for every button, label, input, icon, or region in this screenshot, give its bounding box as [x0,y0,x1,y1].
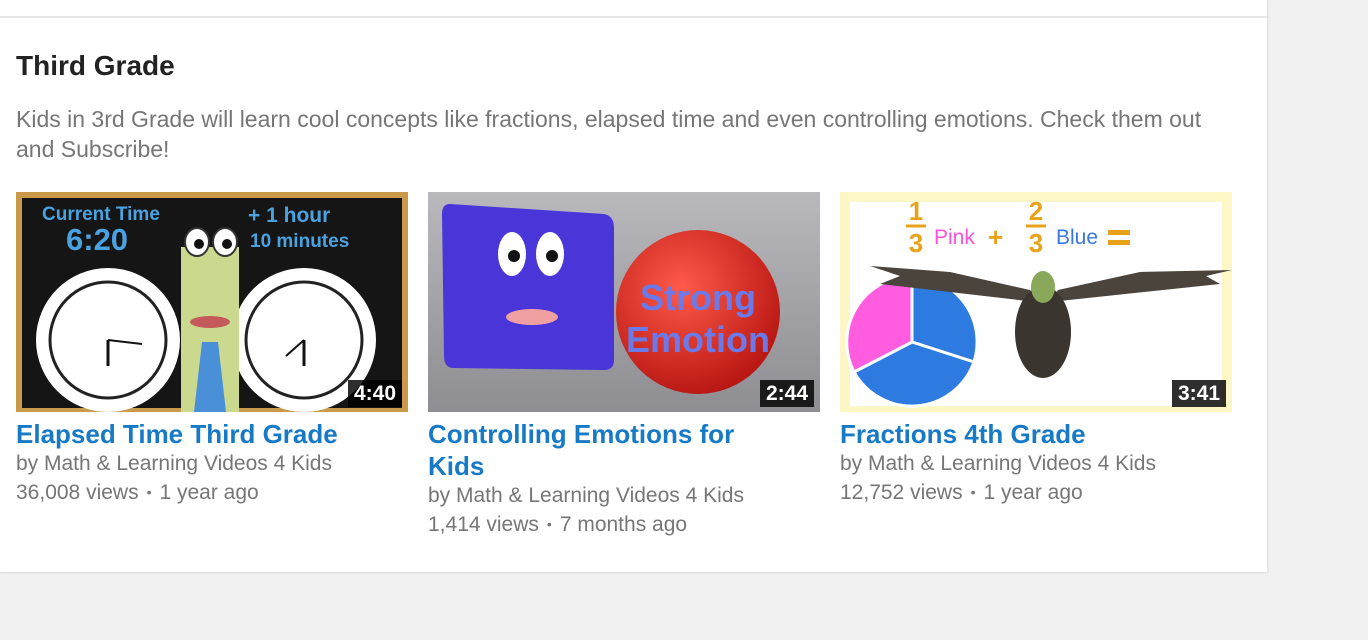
upload-age: 1 year ago [983,481,1083,504]
video-card: Current Time 6:20 + 1 hour 10 minutes 4:… [16,192,408,507]
video-title-link[interactable]: Elapsed Time Third Grade [16,418,356,450]
video-card: Strong Emotion 2:44 Controlling Emotions… [428,192,820,539]
separator-dot: • [146,484,152,500]
upload-age: 7 months ago [559,513,688,536]
video-meta: 36,008 views • 1 year ago [16,478,408,507]
duration-badge: 2:44 [759,380,814,407]
video-thumbnail[interactable]: Strong Emotion 2:44 [428,192,820,412]
section-panel: Third Grade Kids in 3rd Grade will learn… [0,0,1268,572]
thumb-den-1: 3 [909,228,923,258]
thumb-text-emotion: Emotion [626,319,770,360]
thumb-plus-hour: + 1 hour [248,204,330,227]
view-count: 1,414 views [428,513,539,536]
thumb-num-1: 1 [909,196,923,226]
video-meta: 1,414 views • 7 months ago [428,510,820,539]
channel-byline: by Math & Learning Videos 4 Kids [840,452,1156,475]
video-card: 1 3 Pink + 2 3 Blue 3:41 Fractions 4th G… [840,192,1232,507]
upload-age: 1 year ago [159,481,259,504]
duration-badge: 3:41 [1171,380,1226,407]
section-description: Kids in 3rd Grade will learn cool concep… [16,106,1202,162]
video-thumbnail[interactable]: 1 3 Pink + 2 3 Blue 3:41 [840,192,1232,412]
thumb-word-pink: Pink [934,226,975,249]
thumb-plus-minutes: 10 minutes [250,231,349,252]
divider [0,16,1267,18]
view-count: 12,752 views [840,481,963,504]
thumb-current-time: 6:20 [66,222,128,257]
thumb-text-strong: Strong [640,277,756,318]
thumbnail-image: Strong Emotion [428,192,820,412]
separator-dot: • [546,516,552,532]
thumb-word-blue: Blue [1056,226,1098,249]
duration-badge: 4:40 [347,380,402,407]
section-title: Third Grade [16,50,175,81]
channel-byline: by Math & Learning Videos 4 Kids [428,484,744,507]
view-count: 36,008 views [16,481,139,504]
svg-text:+: + [988,222,1003,252]
thumbnail-image: 1 3 Pink + 2 3 Blue [840,192,1232,412]
video-meta: 12,752 views • 1 year ago [840,478,1232,507]
video-title-link[interactable]: Controlling Emotions for Kids [428,418,768,482]
separator-dot: • [970,484,976,500]
thumb-num-2: 2 [1029,196,1043,226]
channel-byline: by Math & Learning Videos 4 Kids [16,452,332,475]
video-thumbnail[interactable]: Current Time 6:20 + 1 hour 10 minutes 4:… [16,192,408,412]
thumbnail-image: Current Time 6:20 + 1 hour 10 minutes [16,192,408,412]
video-title-link[interactable]: Fractions 4th Grade [840,418,1180,450]
thumb-den-2: 3 [1029,228,1043,258]
